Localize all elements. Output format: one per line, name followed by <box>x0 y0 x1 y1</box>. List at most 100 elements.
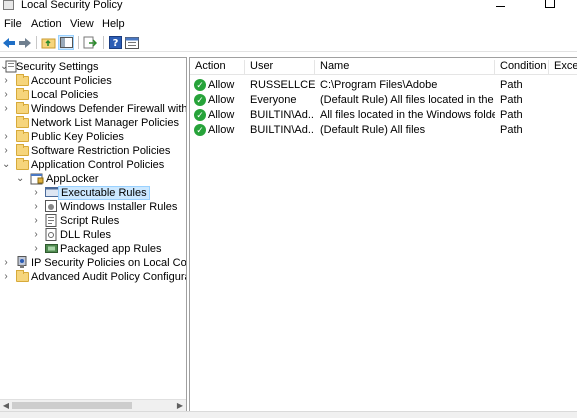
cell-name: C:\Program Files\Adobe <box>320 79 438 91</box>
tree-item-label: Windows Defender Firewall with Adva <box>31 103 187 115</box>
collapse-chevron-icon[interactable]: ⌄ <box>16 173 24 185</box>
tree-item-label: AppLocker <box>46 173 99 185</box>
column-header-action[interactable]: Action <box>190 60 245 74</box>
tree-item-label: DLL Rules <box>60 229 111 241</box>
column-header-name[interactable]: Name <box>315 60 495 74</box>
security-policy-app-icon <box>3 0 14 10</box>
tree-item-label: Network List Manager Policies <box>31 117 179 129</box>
folder-icon <box>16 144 30 157</box>
cell-user: Everyone <box>250 94 297 106</box>
tree-chevron <box>2 117 10 129</box>
tree-item-dll-rules[interactable]: › DLL Rules <box>0 228 186 242</box>
expand-chevron-icon[interactable]: › <box>2 257 10 269</box>
console-tree[interactable]: ⌄ Security Settings › Account Policies ›… <box>0 57 187 411</box>
toolbar-separator <box>78 36 79 49</box>
minimize-icon[interactable] <box>496 6 505 7</box>
table-row[interactable]: ✓ Allow BUILTIN\Ad... All files located … <box>190 108 577 123</box>
expand-chevron-icon[interactable]: › <box>32 215 40 227</box>
ip-security-icon <box>16 256 30 269</box>
cell-condition: Path <box>500 124 523 136</box>
folder-icon <box>16 102 30 115</box>
menu-action[interactable]: Action <box>31 18 62 30</box>
maximize-icon[interactable] <box>545 0 555 8</box>
tree-item-packaged-app-rules[interactable]: › Packaged app Rules <box>0 242 186 256</box>
collapse-chevron-icon[interactable]: ⌄ <box>2 159 10 171</box>
tree-horizontal-scrollbar[interactable]: ◀ ▶ <box>0 399 186 411</box>
cell-action: Allow <box>208 79 235 91</box>
rules-list-view[interactable]: Action User Name Condition Excepti ✓ All… <box>189 57 577 411</box>
tree-item-applocker[interactable]: ⌄ AppLocker <box>0 172 186 186</box>
forward-arrow-icon[interactable] <box>17 35 33 50</box>
expand-chevron-icon[interactable]: › <box>32 243 40 255</box>
table-row[interactable]: ✓ Allow BUILTIN\Ad... (Default Rule) All… <box>190 123 577 138</box>
scroll-thumb[interactable] <box>12 402 132 409</box>
status-bar <box>0 411 577 418</box>
cell-condition: Path <box>500 94 523 106</box>
expand-chevron-icon[interactable]: › <box>2 75 10 87</box>
tree-item-label: Script Rules <box>60 215 120 227</box>
cell-name: (Default Rule) All files <box>320 124 426 136</box>
menu-view[interactable]: View <box>70 18 94 30</box>
column-header-exceptions[interactable]: Excepti <box>549 60 577 74</box>
column-header-condition[interactable]: Condition <box>495 60 549 74</box>
cell-user: RUSSELLCEL... <box>250 79 315 91</box>
applocker-icon <box>30 172 44 185</box>
tree-item-label: Application Control Policies <box>31 159 165 171</box>
expand-chevron-icon[interactable]: › <box>32 229 40 241</box>
toolbar-separator <box>36 36 37 49</box>
properties-icon[interactable] <box>124 35 140 50</box>
title-bar: Local Security Policy <box>0 0 577 14</box>
scroll-left-icon[interactable]: ◀ <box>0 400 12 411</box>
help-icon[interactable]: ? <box>107 35 123 50</box>
expand-chevron-icon[interactable]: › <box>2 271 10 283</box>
table-row[interactable]: ✓ Allow RUSSELLCEL... C:\Program Files\A… <box>190 78 577 93</box>
table-row[interactable]: ✓ Allow Everyone (Default Rule) All file… <box>190 93 577 108</box>
expand-chevron-icon[interactable]: › <box>32 187 40 199</box>
list-header: Action User Name Condition Excepti <box>190 58 577 75</box>
menu-file[interactable]: File <box>4 18 22 30</box>
tree-item-ip-security[interactable]: › IP Security Policies on Local Compute <box>0 256 186 270</box>
tree-item-label: Account Policies <box>31 75 112 87</box>
folder-icon <box>16 88 30 101</box>
tree-item-application-control[interactable]: ⌄ Application Control Policies <box>0 158 186 172</box>
export-list-icon[interactable] <box>82 35 98 50</box>
tree-item-label: Public Key Policies <box>31 131 124 143</box>
installer-rules-icon <box>45 200 59 213</box>
cell-user: BUILTIN\Ad... <box>250 124 315 136</box>
cell-name: All files located in the Windows folder <box>320 109 495 121</box>
expand-chevron-icon[interactable]: › <box>2 145 10 157</box>
cell-action: Allow <box>208 109 235 121</box>
tree-item-security-settings[interactable]: ⌄ Security Settings <box>0 60 186 74</box>
tree-item-public-key-policies[interactable]: › Public Key Policies <box>0 130 186 144</box>
cell-condition: Path <box>500 79 523 91</box>
menu-help[interactable]: Help <box>102 18 125 30</box>
tree-item-label: Security Settings <box>16 61 99 73</box>
tree-item-label: Software Restriction Policies <box>31 145 171 157</box>
tree-item-network-list-manager[interactable]: Network List Manager Policies <box>0 116 186 130</box>
show-hide-tree-icon[interactable] <box>58 35 74 50</box>
tree-item-script-rules[interactable]: › Script Rules <box>0 214 186 228</box>
tree-item-label: Windows Installer Rules <box>60 201 178 213</box>
expand-chevron-icon[interactable]: › <box>2 131 10 143</box>
tree-item-label: IP Security Policies on Local Compute <box>31 257 187 269</box>
expand-chevron-icon[interactable]: › <box>2 103 10 115</box>
executable-rules-icon <box>45 186 59 199</box>
folder-icon <box>16 116 30 129</box>
tree-item-windows-installer-rules[interactable]: › Windows Installer Rules <box>0 200 186 214</box>
tree-item-label-selected: Executable Rules <box>58 186 150 200</box>
folder-icon <box>16 130 30 143</box>
tree-item-local-policies[interactable]: › Local Policies <box>0 88 186 102</box>
tree-item-executable-rules[interactable]: › Executable Rules <box>0 186 186 200</box>
expand-chevron-icon[interactable]: › <box>2 89 10 101</box>
tree-item-windows-defender-firewall[interactable]: › Windows Defender Firewall with Adva <box>0 102 186 116</box>
scroll-right-icon[interactable]: ▶ <box>174 400 186 411</box>
back-arrow-icon[interactable] <box>1 35 17 50</box>
up-folder-icon[interactable] <box>40 35 56 50</box>
cell-user: BUILTIN\Ad... <box>250 109 315 121</box>
expand-chevron-icon[interactable]: › <box>32 201 40 213</box>
column-header-user[interactable]: User <box>245 60 315 74</box>
folder-icon <box>16 158 30 171</box>
tree-item-advanced-audit[interactable]: › Advanced Audit Policy Configuration <box>0 270 186 284</box>
tree-item-software-restriction[interactable]: › Software Restriction Policies <box>0 144 186 158</box>
tree-item-account-policies[interactable]: › Account Policies <box>0 74 186 88</box>
